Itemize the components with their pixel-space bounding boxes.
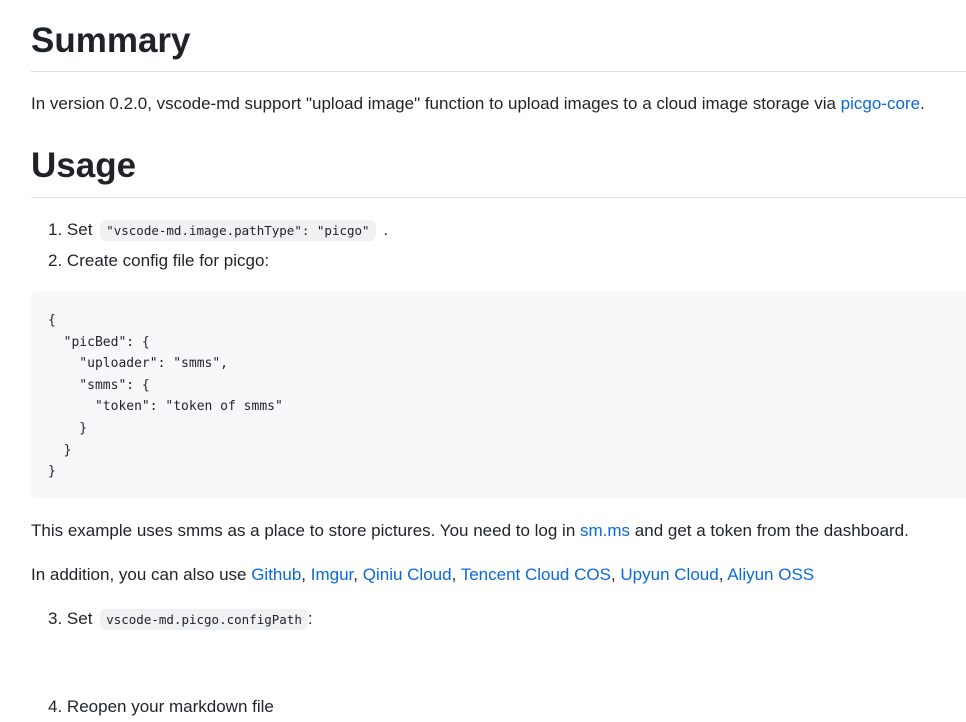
heading-divider (31, 197, 966, 198)
github-link[interactable]: Github (251, 565, 301, 584)
example-paragraph: This example uses smms as a place to sto… (31, 519, 909, 543)
upyun-cloud-link[interactable]: Upyun Cloud (620, 565, 718, 584)
link-separator: , (301, 565, 311, 584)
summary-heading: Summary (31, 21, 191, 60)
picgo-core-link[interactable]: picgo-core (841, 94, 920, 113)
addition-text: In addition, you can also use (31, 565, 252, 584)
step-suffix: . (383, 220, 389, 239)
inline-code-pathtype: "vscode-md.image.pathType": "picgo" (100, 220, 376, 241)
example-text-end: and get a token from the dashboard. (630, 521, 909, 540)
link-separator: , (610, 565, 621, 584)
list-number: 4. (48, 697, 63, 716)
list-item-step-4: 4. Reopen your markdown file (48, 695, 274, 719)
inline-code-configpath: vscode-md.picgo.configPath (100, 609, 308, 630)
link-separator: , (451, 565, 461, 584)
step-text: Set (66, 609, 93, 628)
link-separator: , (718, 565, 728, 584)
config-code-block: { "picBed": { "uploader": "smms", "smms"… (31, 291, 966, 498)
list-number: 3. (48, 609, 63, 628)
sm-ms-link[interactable]: sm.ms (580, 521, 630, 540)
list-item-step-2: 2. Create config file for picgo: (48, 249, 269, 273)
heading-divider (31, 71, 966, 72)
qiniu-cloud-link[interactable]: Qiniu Cloud (363, 565, 452, 584)
usage-heading: Usage (31, 146, 137, 185)
list-item-step-3: 3. Set vscode-md.picgo.configPath: (48, 607, 313, 632)
step-text: Set (66, 220, 93, 239)
tencent-cloud-cos-link[interactable]: Tencent Cloud COS (461, 565, 611, 584)
list-item-step-1: 1. Set "vscode-md.image.pathType": "picg… (48, 218, 388, 243)
summary-period: . (920, 94, 925, 113)
aliyun-oss-link[interactable]: Aliyun OSS (727, 565, 814, 584)
step-suffix: : (307, 609, 313, 628)
addition-paragraph: In addition, you can also use Github, Im… (31, 563, 814, 587)
list-number: 1. (48, 220, 63, 239)
step-text: Create config file for picgo: (66, 251, 270, 270)
list-number: 2. (48, 251, 63, 270)
config-code: { "picBed": { "uploader": "smms", "smms"… (48, 313, 283, 480)
imgur-link[interactable]: Imgur (311, 565, 354, 584)
link-separator: , (353, 565, 363, 584)
summary-text: In version 0.2.0, vscode-md support "upl… (31, 94, 841, 113)
summary-paragraph: In version 0.2.0, vscode-md support "upl… (31, 92, 925, 116)
example-text: This example uses smms as a place to sto… (31, 521, 581, 540)
step-text: Reopen your markdown file (66, 697, 274, 716)
